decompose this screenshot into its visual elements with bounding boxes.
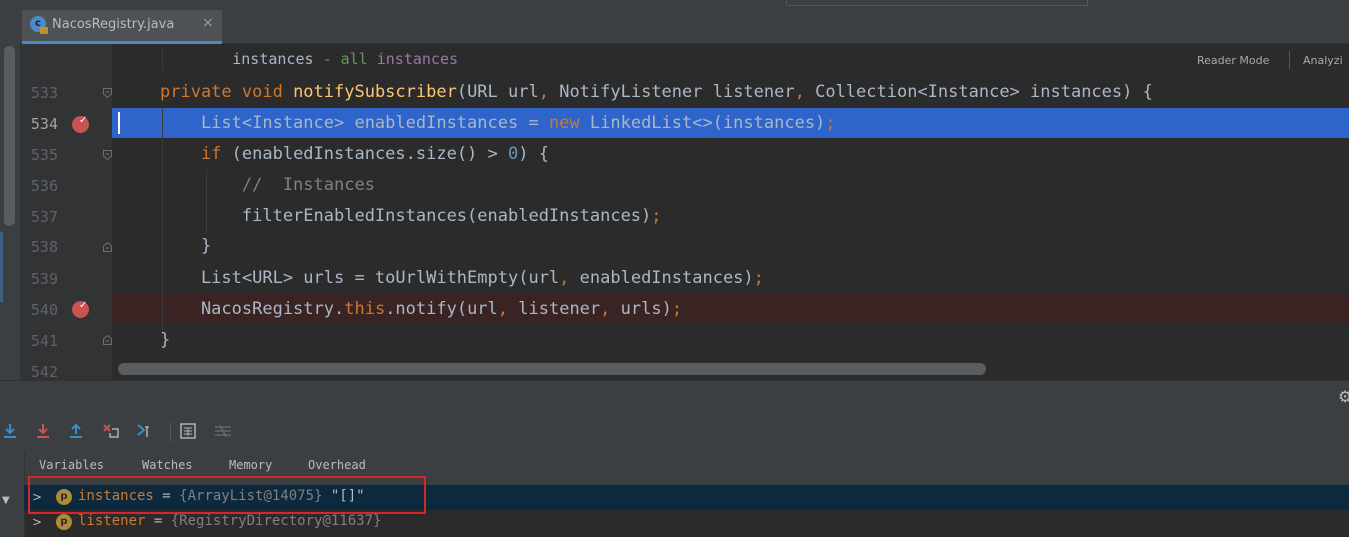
step-over-icon[interactable] bbox=[2, 423, 18, 439]
code-token: (enabledInstances.size() > bbox=[231, 144, 508, 164]
annotation-highlight-box bbox=[28, 476, 426, 514]
variable-type: {RegistryDirectory@11637} bbox=[170, 513, 382, 529]
debug-header bbox=[0, 380, 1349, 416]
code-token: urls) bbox=[620, 299, 672, 319]
code-token: filterEnabledInstances(enabledInstances) bbox=[160, 206, 652, 226]
code-token: (URL url bbox=[456, 82, 539, 102]
code-token: ) { bbox=[518, 144, 549, 164]
code-line[interactable]: List<Instance> enabledInstances = new Li… bbox=[160, 113, 836, 133]
caret bbox=[118, 112, 120, 134]
step-out-icon[interactable] bbox=[68, 423, 84, 439]
code-line[interactable]: if (enabledInstances.size() > 0) { bbox=[160, 144, 549, 164]
code-line[interactable]: List<URL> urls = toUrlWithEmpty(url, ena… bbox=[160, 268, 764, 288]
fold-open-icon[interactable] bbox=[103, 88, 112, 98]
selection-marker bbox=[0, 232, 3, 302]
variable-row[interactable]: listener = {RegistryDirectory@11637} bbox=[78, 513, 381, 529]
code-token: new bbox=[548, 113, 590, 133]
step-into-icon[interactable] bbox=[35, 423, 51, 439]
drop-frame-icon[interactable] bbox=[102, 423, 120, 439]
code-token: if bbox=[160, 144, 232, 164]
code-token: - all bbox=[322, 50, 377, 68]
code-line[interactable]: private void notifySubscriber(URL url, N… bbox=[160, 82, 1153, 102]
code-token: ; bbox=[651, 206, 662, 226]
code-token: ; bbox=[825, 113, 836, 133]
code-token: NotifyListener listener bbox=[559, 82, 795, 102]
code-token: , bbox=[794, 82, 816, 102]
line-number[interactable]: 535 bbox=[26, 146, 58, 164]
fold-close-icon[interactable] bbox=[103, 242, 112, 252]
search-box-edge bbox=[786, 0, 1088, 6]
line-number[interactable]: 541 bbox=[26, 332, 58, 350]
code-token: enabledInstances) bbox=[579, 268, 754, 288]
fold-open-icon[interactable] bbox=[103, 150, 112, 160]
code-token: List<URL> urls = toUrlWithEmpty(url bbox=[160, 268, 560, 288]
tab-overhead[interactable]: Overhead bbox=[308, 458, 366, 472]
tab-title: NacosRegistry.java bbox=[52, 17, 175, 32]
debug-toolbar bbox=[0, 415, 1349, 451]
code-line[interactable]: // Instances bbox=[160, 175, 375, 195]
code-token: LinkedList<>(instances) bbox=[589, 113, 826, 133]
gear-icon[interactable]: ⚙ bbox=[1338, 387, 1349, 406]
code-line[interactable]: NacosRegistry.this.notify(url, listener,… bbox=[160, 299, 682, 319]
code-token: this bbox=[344, 299, 386, 319]
code-token: 0 bbox=[508, 144, 519, 164]
code-token: , bbox=[600, 299, 621, 319]
code-token: instances bbox=[160, 50, 323, 68]
code-token: Collection<Instance> instances) { bbox=[815, 82, 1153, 102]
project-scrollbar[interactable] bbox=[4, 46, 15, 226]
fold-close-icon[interactable] bbox=[103, 335, 112, 345]
chevron-down-icon[interactable]: ▼ bbox=[2, 495, 10, 506]
check-icon: ✓ bbox=[79, 300, 88, 311]
line-number[interactable]: 536 bbox=[26, 177, 58, 195]
line-number[interactable]: 534 bbox=[26, 115, 58, 133]
tab-memory[interactable]: Memory bbox=[229, 458, 272, 472]
line-number[interactable]: 539 bbox=[26, 270, 58, 288]
tab-variables[interactable]: Variables bbox=[39, 458, 104, 472]
analyze-button[interactable]: Analyzi bbox=[1303, 54, 1343, 67]
code-token: .notify(url bbox=[385, 299, 498, 319]
trace-icon[interactable] bbox=[214, 423, 232, 439]
code-token: listener bbox=[518, 299, 601, 319]
reader-mode-button[interactable]: Reader Mode bbox=[1197, 54, 1269, 67]
code-token: notifySubscriber bbox=[293, 82, 457, 102]
code-token: , bbox=[497, 299, 519, 319]
code-token: ; bbox=[753, 268, 764, 288]
divider bbox=[1289, 51, 1290, 69]
line-number[interactable]: 537 bbox=[26, 208, 58, 226]
code-token: private void bbox=[160, 82, 294, 102]
evaluate-icon[interactable] bbox=[180, 423, 196, 439]
code-token: } bbox=[160, 330, 171, 350]
code-token: NacosRegistry. bbox=[160, 299, 345, 319]
code-token: , bbox=[538, 82, 560, 102]
code-line[interactable]: filterEnabledInstances(enabledInstances)… bbox=[160, 206, 662, 226]
frames-panel-edge bbox=[0, 451, 25, 537]
run-to-cursor-icon[interactable] bbox=[137, 423, 155, 439]
code-token: // Instances bbox=[160, 175, 375, 195]
line-number[interactable]: 542 bbox=[26, 363, 58, 381]
code-token: } bbox=[160, 236, 212, 256]
line-number[interactable]: 538 bbox=[26, 238, 58, 256]
line-number[interactable]: 533 bbox=[26, 84, 58, 102]
close-icon[interactable]: × bbox=[202, 15, 214, 31]
code-token: ; bbox=[671, 299, 683, 319]
toolbar-divider bbox=[170, 422, 171, 442]
line-number[interactable]: 540 bbox=[26, 301, 58, 319]
code-token: , bbox=[559, 268, 580, 288]
code-line[interactable]: } bbox=[160, 330, 170, 350]
code-line[interactable]: instances - all instances bbox=[160, 50, 458, 68]
code-token: instances bbox=[376, 50, 459, 68]
code-line[interactable]: } bbox=[160, 236, 211, 256]
variable-name: listener bbox=[78, 513, 146, 529]
variable-equals: = bbox=[145, 513, 171, 529]
lock-icon bbox=[40, 27, 48, 34]
code-token: List<Instance> enabledInstances = bbox=[160, 113, 549, 133]
horizontal-scrollbar[interactable] bbox=[118, 363, 986, 375]
check-icon: ✓ bbox=[79, 115, 88, 126]
field-badge-icon: p bbox=[56, 514, 72, 530]
chevron-right-icon[interactable]: > bbox=[32, 515, 42, 529]
tab-watches[interactable]: Watches bbox=[142, 458, 193, 472]
